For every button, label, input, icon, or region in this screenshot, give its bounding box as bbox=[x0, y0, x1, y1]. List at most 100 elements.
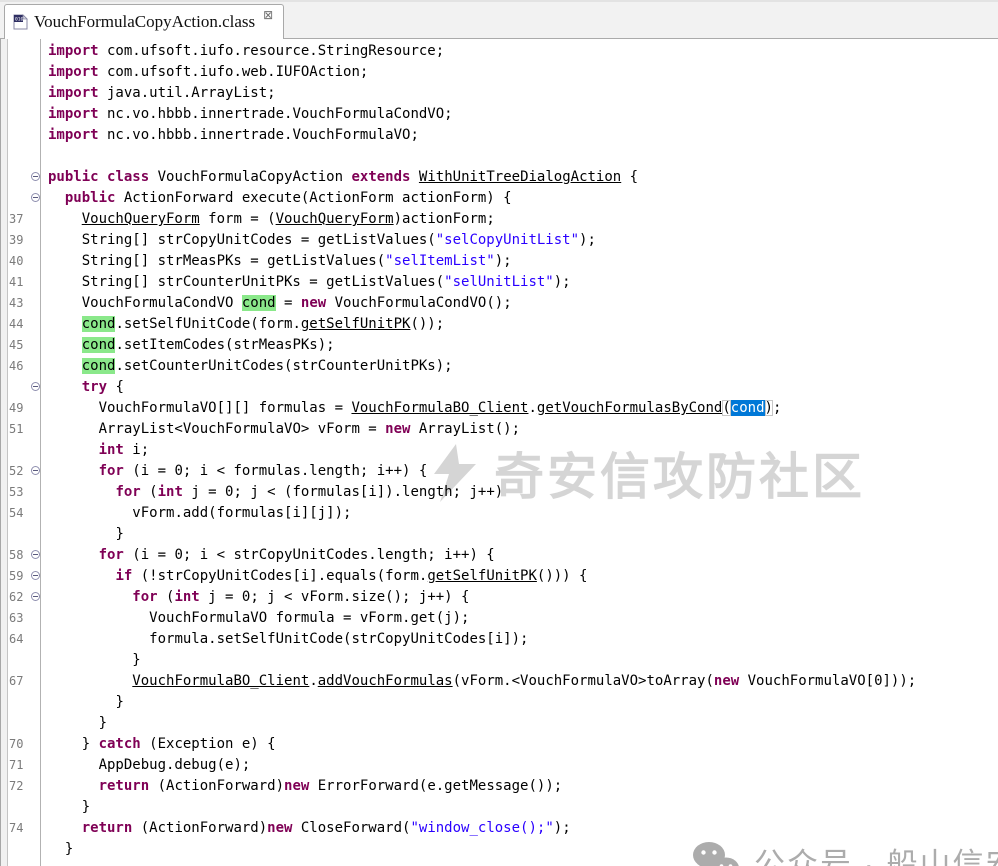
code-line[interactable]: import com.ufsoft.iufo.web.IUFOAction; bbox=[0, 62, 998, 83]
fold-spacer bbox=[31, 230, 44, 251]
code-line[interactable]: 43 VouchFormulaCondVO cond = new VouchFo… bbox=[0, 293, 998, 314]
code-line[interactable]: 74 return (ActionForward)new CloseForwar… bbox=[0, 818, 998, 839]
code-line[interactable]: 64 formula.setSelfUnitCode(strCopyUnitCo… bbox=[0, 629, 998, 650]
fold-spacer bbox=[31, 272, 44, 293]
line-number bbox=[9, 62, 31, 83]
line-number: 71 bbox=[9, 755, 31, 776]
code-line[interactable]: 53 for (int j = 0; j < (formulas[i]).len… bbox=[0, 482, 998, 503]
code-line[interactable]: } bbox=[0, 692, 998, 713]
editor-tab[interactable]: 010 VouchFormulaCopyAction.class ⊠ bbox=[4, 4, 284, 39]
fold-spacer bbox=[31, 251, 44, 272]
code-line[interactable]: } bbox=[0, 713, 998, 734]
line-number: 58 bbox=[9, 545, 31, 566]
line-number bbox=[9, 797, 31, 818]
code-line[interactable]: 45 cond.setItemCodes(strMeasPKs); bbox=[0, 335, 998, 356]
code-text: for (i = 0; i < strCopyUnitCodes.length;… bbox=[44, 545, 495, 566]
code-line[interactable]: 70 } catch (Exception e) { bbox=[0, 734, 998, 755]
code-line[interactable]: import com.ufsoft.iufo.resource.StringRe… bbox=[0, 41, 998, 62]
code-text: for (i = 0; i < formulas.length; i++) { bbox=[44, 461, 427, 482]
close-icon[interactable]: ⊠ bbox=[263, 8, 273, 22]
fold-spacer bbox=[31, 419, 44, 440]
code-line[interactable]: try { bbox=[0, 377, 998, 398]
code-line[interactable]: 41 String[] strCounterUnitPKs = getListV… bbox=[0, 272, 998, 293]
code-line[interactable]: 63 VouchFormulaVO formula = vForm.get(j)… bbox=[0, 608, 998, 629]
code-line[interactable]: import java.util.ArrayList; bbox=[0, 83, 998, 104]
line-number bbox=[9, 524, 31, 545]
fold-collapse-icon[interactable] bbox=[31, 188, 44, 209]
fold-spacer bbox=[31, 650, 44, 671]
code-line[interactable]: public ActionForward execute(ActionForm … bbox=[0, 188, 998, 209]
line-number: 74 bbox=[9, 818, 31, 839]
line-number bbox=[9, 167, 31, 188]
code-text: VouchFormulaCondVO cond = new VouchFormu… bbox=[44, 293, 512, 314]
code-editor[interactable]: import com.ufsoft.iufo.resource.StringRe… bbox=[0, 39, 998, 866]
fold-collapse-icon[interactable] bbox=[31, 587, 44, 608]
fold-spacer bbox=[31, 398, 44, 419]
code-line[interactable]: } bbox=[0, 797, 998, 818]
code-line[interactable]: 59 if (!strCopyUnitCodes[i].equals(form.… bbox=[0, 566, 998, 587]
fold-collapse-icon[interactable] bbox=[31, 545, 44, 566]
line-number: 51 bbox=[9, 419, 31, 440]
code-text: for (int j = 0; j < vForm.size(); j++) { bbox=[44, 587, 469, 608]
line-number bbox=[9, 377, 31, 398]
line-number bbox=[9, 713, 31, 734]
code-text: int i; bbox=[44, 440, 149, 461]
code-line[interactable]: 67 VouchFormulaBO_Client.addVouchFormula… bbox=[0, 671, 998, 692]
code-line[interactable]: 58 for (i = 0; i < strCopyUnitCodes.leng… bbox=[0, 545, 998, 566]
code-line[interactable]: } bbox=[0, 524, 998, 545]
code-line[interactable]: 72 return (ActionForward)new ErrorForwar… bbox=[0, 776, 998, 797]
line-number: 63 bbox=[9, 608, 31, 629]
code-text: public ActionForward execute(ActionForm … bbox=[44, 188, 512, 209]
fold-collapse-icon[interactable] bbox=[31, 461, 44, 482]
line-number bbox=[9, 125, 31, 146]
code-line[interactable]: 40 String[] strMeasPKs = getListValues("… bbox=[0, 251, 998, 272]
code-text: if (!strCopyUnitCodes[i].equals(form.get… bbox=[44, 566, 587, 587]
code-line[interactable]: 62 for (int j = 0; j < vForm.size(); j++… bbox=[0, 587, 998, 608]
code-text: public class VouchFormulaCopyAction exte… bbox=[44, 167, 638, 188]
code-text: ArrayList<VouchFormulaVO> vForm = new Ar… bbox=[44, 419, 520, 440]
code-line[interactable]: } bbox=[0, 839, 998, 860]
line-number: 41 bbox=[9, 272, 31, 293]
code-line[interactable]: 54 vForm.add(formulas[i][j]); bbox=[0, 503, 998, 524]
line-number: 44 bbox=[9, 314, 31, 335]
fold-spacer bbox=[31, 608, 44, 629]
fold-spacer bbox=[31, 146, 44, 167]
code-line[interactable]: 37 VouchQueryForm form = (VouchQueryForm… bbox=[0, 209, 998, 230]
fold-collapse-icon[interactable] bbox=[31, 377, 44, 398]
code-line[interactable]: 51 ArrayList<VouchFormulaVO> vForm = new… bbox=[0, 419, 998, 440]
code-line[interactable]: 46 cond.setCounterUnitCodes(strCounterUn… bbox=[0, 356, 998, 377]
code-line[interactable]: 49 VouchFormulaVO[][] formulas = VouchFo… bbox=[0, 398, 998, 419]
code-text: vForm.add(formulas[i][j]); bbox=[44, 503, 351, 524]
line-number: 59 bbox=[9, 566, 31, 587]
code-line[interactable] bbox=[0, 146, 998, 167]
line-number bbox=[9, 188, 31, 209]
code-line[interactable]: import nc.vo.hbbb.innertrade.VouchFormul… bbox=[0, 125, 998, 146]
code-line[interactable]: 44 cond.setSelfUnitCode(form.getSelfUnit… bbox=[0, 314, 998, 335]
fold-spacer bbox=[31, 482, 44, 503]
code-text: } bbox=[44, 839, 73, 860]
code-text: formula.setSelfUnitCode(strCopyUnitCodes… bbox=[44, 629, 528, 650]
fold-spacer bbox=[31, 671, 44, 692]
code-line[interactable]: import nc.vo.hbbb.innertrade.VouchFormul… bbox=[0, 104, 998, 125]
fold-spacer bbox=[31, 755, 44, 776]
code-text: VouchFormulaVO formula = vForm.get(j); bbox=[44, 608, 469, 629]
code-line[interactable]: } bbox=[0, 650, 998, 671]
fold-collapse-icon[interactable] bbox=[31, 566, 44, 587]
code-text: String[] strCopyUnitCodes = getListValue… bbox=[44, 230, 596, 251]
code-text: try { bbox=[44, 377, 124, 398]
code-line[interactable]: 52 for (i = 0; i < formulas.length; i++)… bbox=[0, 461, 998, 482]
fold-spacer bbox=[31, 629, 44, 650]
code-lines: import com.ufsoft.iufo.resource.StringRe… bbox=[0, 41, 998, 860]
line-number bbox=[9, 650, 31, 671]
code-line[interactable]: 39 String[] strCopyUnitCodes = getListVa… bbox=[0, 230, 998, 251]
code-line[interactable]: int i; bbox=[0, 440, 998, 461]
fold-collapse-icon[interactable] bbox=[31, 167, 44, 188]
code-text: for (int j = 0; j < (formulas[i]).length… bbox=[44, 482, 503, 503]
code-line[interactable]: public class VouchFormulaCopyAction exte… bbox=[0, 167, 998, 188]
line-number bbox=[9, 83, 31, 104]
code-text: } bbox=[44, 797, 90, 818]
fold-spacer bbox=[31, 293, 44, 314]
code-line[interactable]: 71 AppDebug.debug(e); bbox=[0, 755, 998, 776]
line-number: 70 bbox=[9, 734, 31, 755]
code-text: return (ActionForward)new CloseForward("… bbox=[44, 818, 571, 839]
